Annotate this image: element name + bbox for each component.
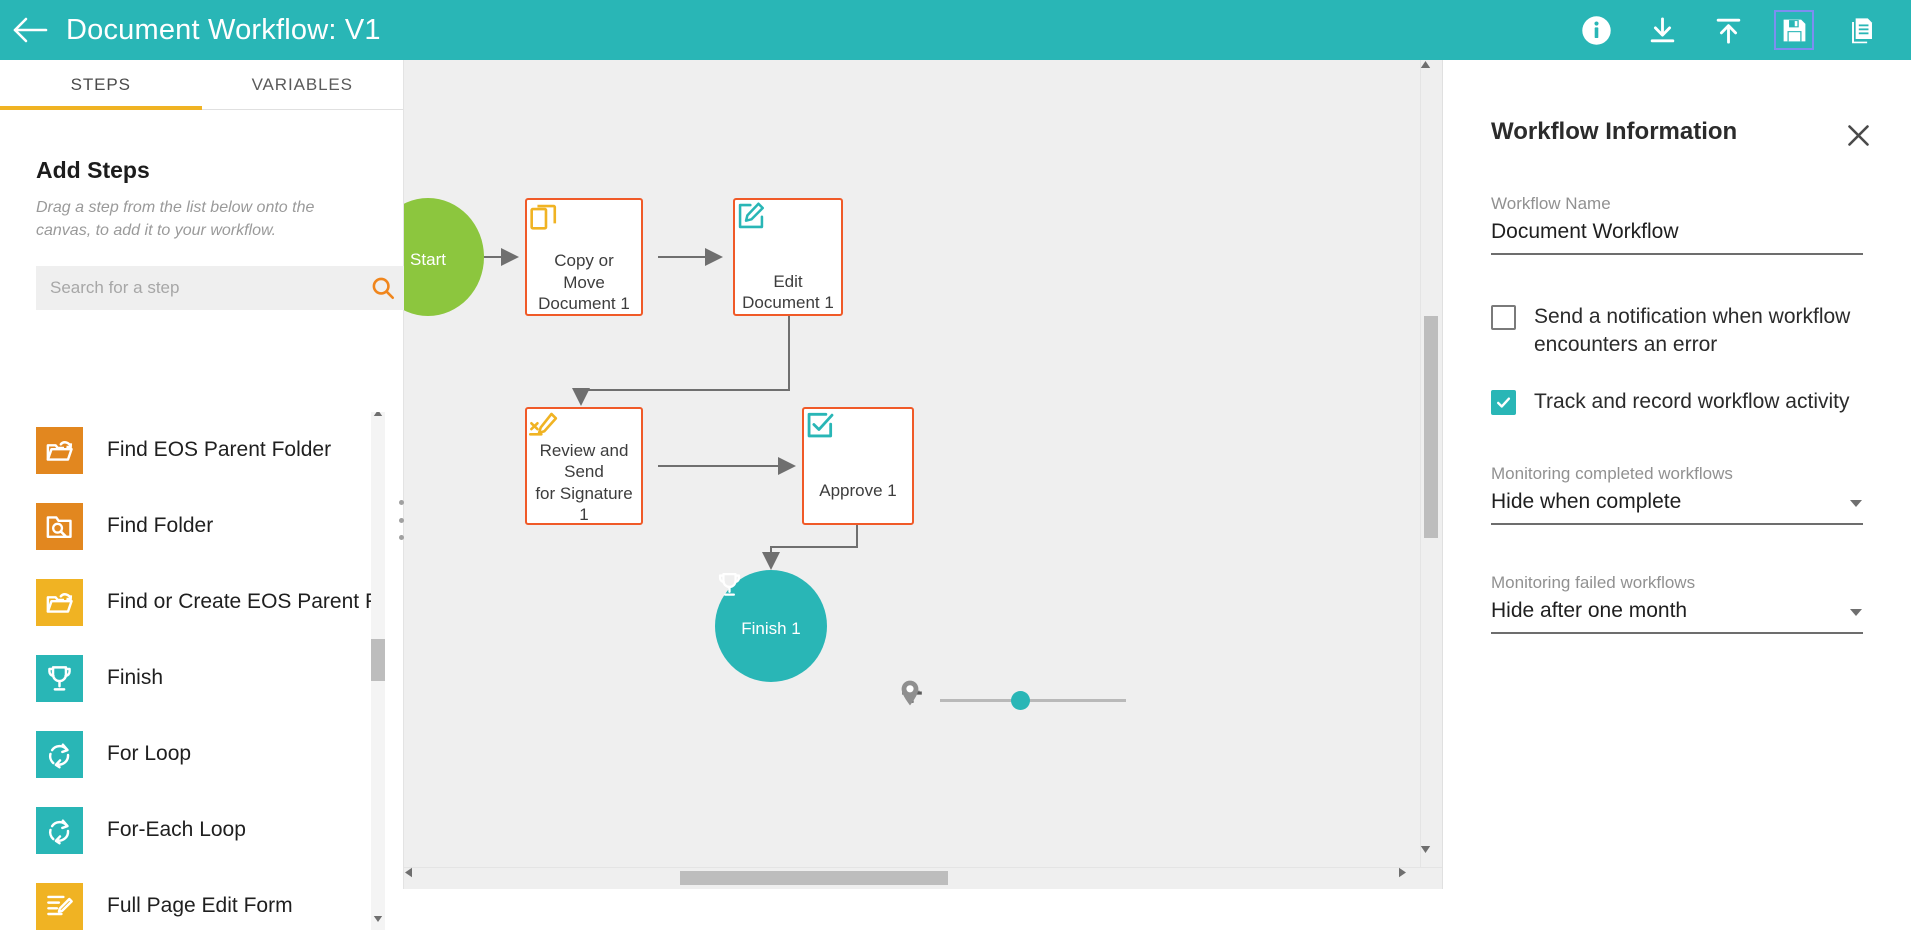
list-item[interactable]: For Loop	[0, 716, 403, 792]
zoom-in-button[interactable]	[902, 679, 1168, 721]
handle-dot	[398, 500, 404, 505]
workflow-name-label: Workflow Name	[1491, 194, 1611, 213]
step-list[interactable]: Find EOS Parent Folder Find Folder Find …	[0, 412, 403, 936]
copy-document-icon[interactable]	[1839, 9, 1881, 51]
list-item-label: For Loop	[107, 742, 192, 765]
scroll-down-icon[interactable]	[371, 912, 385, 926]
workflow-node-label: Start	[410, 250, 446, 269]
tab-variables-label: VARIABLES	[251, 74, 353, 94]
monitoring-failed-label: Monitoring failed workflows	[1491, 573, 1696, 593]
back-arrow-icon[interactable]	[0, 0, 62, 60]
scroll-up-icon[interactable]	[371, 412, 385, 420]
track-activity-checkbox[interactable]	[1491, 390, 1516, 416]
track-activity-label: Track and record workflow activity	[1534, 390, 1850, 414]
monitoring-completed-value: Hide when complete	[1491, 490, 1682, 514]
workflow-information-panel: Workflow Information Workflow Name Docum…	[1442, 60, 1911, 889]
monitoring-failed-field-group: Monitoring failed workflows Hide after o…	[1491, 573, 1863, 635]
tab-variables[interactable]: VARIABLES	[202, 60, 404, 109]
map-pin-icon[interactable]	[901, 679, 1210, 721]
workflow-node-label: Edit Document 1	[742, 272, 834, 313]
list-item[interactable]: Full Page Edit Form	[0, 868, 403, 936]
canvas-scroll-down-icon[interactable]	[1420, 845, 1442, 867]
workflow-node-label: Finish 1	[741, 619, 801, 638]
info-icon[interactable]	[1575, 9, 1617, 51]
canvas-horizontal-scrollbar-thumb[interactable]	[680, 871, 948, 885]
list-item[interactable]: For-Each Loop	[0, 792, 403, 868]
monitoring-completed-label: Monitoring completed workflows	[1491, 464, 1733, 484]
search-icon[interactable]	[370, 275, 396, 306]
notify-on-error-label: Send a notification when workflow encoun…	[1534, 305, 1851, 357]
search-step-container	[36, 266, 408, 311]
edit-form-icon	[36, 882, 83, 930]
page-title: Document Workflow: V1	[66, 13, 381, 46]
list-item-label: Find EOS Parent Folder	[107, 438, 332, 461]
monitoring-completed-select[interactable]: Hide when complete	[1491, 484, 1863, 526]
monitoring-completed-field-group: Monitoring completed workflows Hide when…	[1491, 464, 1863, 526]
left-panel: STEPS VARIABLES Add Steps Drag a step fr…	[0, 60, 408, 930]
canvas-vertical-scrollbar-thumb[interactable]	[1424, 316, 1438, 538]
workflow-node-review-and-send-for-signature-1[interactable]: Review and Send for Signature 1	[525, 407, 643, 525]
workflow-node-copy-or-move-document-1[interactable]: Copy or Move Document 1	[525, 198, 643, 316]
workflow-canvas[interactable]: Start Copy or Move Document 1 Edit Docum…	[404, 60, 1442, 889]
folder-search-icon	[36, 502, 83, 550]
workflow-node-approve-1[interactable]: Approve 1	[802, 407, 914, 525]
notify-on-error-checkbox-row[interactable]: Send a notification when workflow encoun…	[1491, 303, 1871, 359]
tab-steps-label: STEPS	[70, 74, 131, 94]
list-item[interactable]: Find or Create EOS Parent F	[0, 564, 403, 640]
save-icon[interactable]	[1773, 9, 1815, 51]
tab-steps[interactable]: STEPS	[0, 60, 202, 110]
workflow-node-label: Review and Send for Signature 1	[535, 441, 633, 524]
handle-dot	[398, 535, 404, 540]
list-item-label: Find or Create EOS Parent F	[107, 590, 378, 613]
add-steps-heading: Add Steps	[36, 157, 150, 183]
monitoring-failed-value: Hide after one month	[1491, 599, 1688, 623]
list-item-label: Full Page Edit Form	[107, 894, 293, 917]
list-item-label: For-Each Loop	[107, 818, 246, 841]
list-item-label: Find Folder	[107, 514, 214, 537]
canvas-scroll-right-icon[interactable]	[1398, 867, 1420, 889]
loop-icon	[36, 806, 83, 854]
track-activity-checkbox-row[interactable]: Track and record workflow activity	[1491, 388, 1871, 416]
canvas-scroll-left-icon[interactable]	[404, 867, 426, 889]
canvas-scroll-up-icon[interactable]	[1420, 60, 1442, 82]
folder-open-icon	[36, 578, 83, 626]
chevron-down-icon	[1849, 599, 1863, 623]
list-item[interactable]: Find EOS Parent Folder	[0, 412, 403, 488]
workflow-node-edit-document-1[interactable]: Edit Document 1	[733, 198, 843, 316]
header-actions	[1575, 9, 1911, 51]
folder-open-icon	[36, 426, 83, 474]
close-icon[interactable]	[1841, 118, 1875, 152]
search-input[interactable]	[36, 266, 408, 311]
panel-tabs: STEPS VARIABLES	[0, 60, 403, 110]
zoom-slider[interactable]	[940, 679, 1126, 721]
download-icon[interactable]	[1641, 9, 1683, 51]
upload-icon[interactable]	[1707, 9, 1749, 51]
canvas-surface[interactable]: Start Copy or Move Document 1 Edit Docum…	[404, 60, 1442, 889]
monitoring-failed-select[interactable]: Hide after one month	[1491, 593, 1863, 635]
workflow-name-field-group: Workflow Name Document Workflow	[1491, 194, 1863, 255]
zoom-slider-rail	[940, 698, 1126, 702]
canvas-zoom-controls	[898, 679, 1210, 721]
step-list-scrollbar-thumb[interactable]	[371, 639, 385, 681]
handle-dot	[398, 517, 404, 523]
workflow-node-label: Approve 1	[819, 481, 897, 500]
add-steps-description: Drag a step from the list below onto the…	[36, 199, 315, 240]
zoom-slider-knob[interactable]	[1011, 691, 1030, 710]
list-item[interactable]: Find Folder	[0, 488, 403, 564]
loop-icon	[36, 730, 83, 778]
notify-on-error-checkbox[interactable]	[1491, 305, 1516, 330]
list-item[interactable]: Finish	[0, 640, 403, 716]
trophy-icon	[36, 654, 83, 702]
app-header: Document Workflow: V1	[0, 0, 1911, 60]
workflow-node-label: Copy or Move Document 1	[538, 251, 630, 313]
chevron-down-icon	[1849, 490, 1863, 514]
workflow-node-finish-1[interactable]: Finish 1	[715, 570, 827, 682]
list-item-label: Finish	[107, 666, 164, 689]
workflow-name-input[interactable]: Document Workflow	[1491, 214, 1863, 255]
